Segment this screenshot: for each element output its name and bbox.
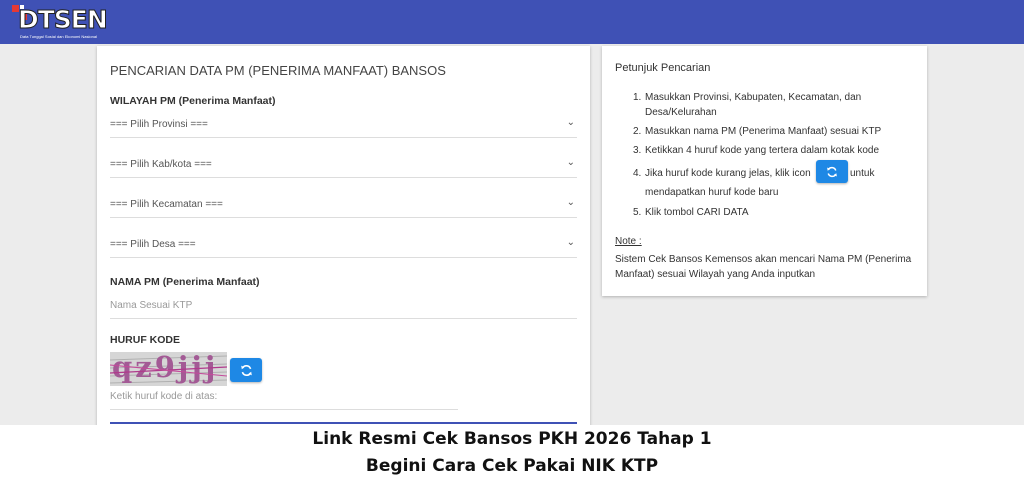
dtsen-logo[interactable]: DTSEN Data Tunggal Sosial dan Ekonomi Na… — [12, 5, 109, 41]
name-input-placeholder: Nama Sesuai KTP — [110, 300, 193, 311]
code-label: HURUF KODE — [110, 334, 180, 346]
captcha-code-placeholder: Ketik huruf kode di atas: — [110, 391, 218, 402]
note-text: Sistem Cek Bansos Kemensos akan mencari … — [615, 254, 912, 280]
refresh-icon — [240, 364, 252, 376]
captcha-refresh-button[interactable] — [230, 358, 262, 382]
step-text: Ketikkan 4 huruf kode yang tertera dalam… — [645, 145, 880, 156]
caption-banner: Link Resmi Cek Bansos PKH 2026 Tahap 1 B… — [0, 425, 1024, 491]
step-text-after: untuk — [850, 168, 875, 179]
regency-select-value: === Pilih Kab/kota === — [110, 159, 212, 170]
chevron-down-icon: ⌄ — [566, 197, 575, 208]
step-text: Klik tombol CARI DATA — [645, 207, 749, 218]
name-label: NAMA PM (Penerima Manfaat) — [110, 276, 260, 288]
step-number: 3. — [633, 145, 642, 156]
chevron-down-icon: ⌄ — [566, 157, 575, 168]
submit-area-divider — [110, 422, 577, 424]
step-number: 2. — [633, 126, 642, 137]
top-navbar: DTSEN Data Tunggal Sosial dan Ekonomi Na… — [0, 0, 1024, 44]
note-label: Note : — [615, 236, 642, 247]
captcha-image: qz9jjj — [110, 352, 227, 386]
step-number: 4. — [633, 168, 642, 179]
province-select-value: === Pilih Provinsi === — [110, 119, 208, 130]
instructions-card: Petunjuk Pencarian 1. Masukkan Provinsi,… — [602, 46, 927, 296]
step-text: Masukkan nama PM (Penerima Manfaat) sesu… — [645, 126, 882, 137]
inline-refresh-button[interactable] — [816, 160, 848, 183]
step-text: Masukkan Provinsi, Kabupaten, Kecamatan,… — [645, 92, 862, 118]
regency-select[interactable]: === Pilih Kab/kota === ⌄ — [110, 156, 577, 178]
captcha-strike-lines — [110, 364, 227, 377]
village-select[interactable]: === Pilih Desa === ⌄ — [110, 236, 577, 258]
village-select-value: === Pilih Desa === — [110, 239, 196, 250]
logo-tagline: Data Tunggal Sosial dan Ekonomi Nasional — [20, 34, 97, 39]
instructions-title: Petunjuk Pencarian — [615, 62, 711, 74]
search-form-card: PENCARIAN DATA PM (PENERIMA MANFAAT) BAN… — [97, 46, 590, 446]
district-select[interactable]: === Pilih Kecamatan === ⌄ — [110, 196, 577, 218]
refresh-icon — [827, 166, 837, 177]
step-number: 5. — [633, 207, 642, 218]
region-label: WILAYAH PM (Penerima Manfaat) — [110, 95, 276, 107]
captcha-code-input[interactable]: Ketik huruf kode di atas: — [110, 388, 458, 410]
banner-line-2: Begini Cara Cek Pakai NIK KTP — [365, 456, 659, 476]
province-select[interactable]: === Pilih Provinsi === ⌄ — [110, 116, 577, 138]
step-number: 1. — [633, 92, 642, 103]
banner-line-1: Link Resmi Cek Bansos PKH 2026 Tahap 1 — [312, 429, 712, 449]
step-text: Jika huruf kode kurang jelas, klik icon — [645, 168, 811, 179]
form-title: PENCARIAN DATA PM (PENERIMA MANFAAT) BAN… — [110, 63, 446, 78]
chevron-down-icon: ⌄ — [566, 237, 575, 248]
name-input[interactable]: Nama Sesuai KTP — [110, 297, 577, 319]
logo-wordmark: DTSEN — [18, 5, 109, 35]
district-select-value: === Pilih Kecamatan === — [110, 199, 223, 210]
chevron-down-icon: ⌄ — [566, 117, 575, 128]
step-text-continued: mendapatkan huruf kode baru — [645, 187, 779, 198]
